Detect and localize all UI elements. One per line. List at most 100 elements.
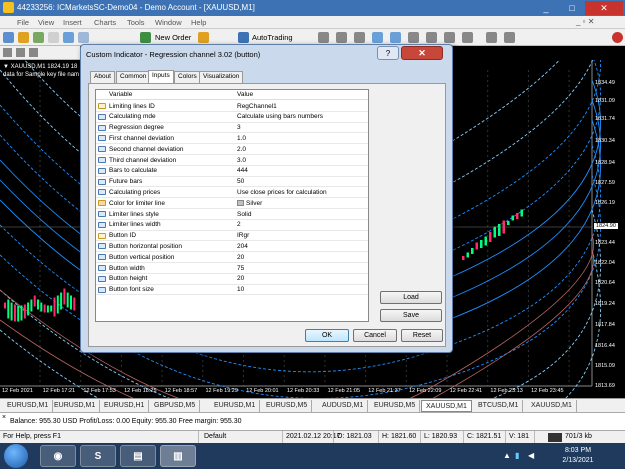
input-value[interactable]: Calculate using bars numbers xyxy=(237,113,323,120)
input-row[interactable]: Button width 75 xyxy=(96,263,368,274)
chrome-icon[interactable]: ◉ xyxy=(40,445,76,467)
input-value[interactable]: 444 xyxy=(237,167,248,174)
input-value[interactable]: 10 xyxy=(237,286,244,293)
input-row[interactable]: Button ID IRgr xyxy=(96,231,368,242)
clock[interactable]: 8:03 PM 2/13/2021 xyxy=(548,446,608,466)
dialog-help-button[interactable]: ? xyxy=(377,46,399,60)
tester-icon[interactable] xyxy=(78,32,89,43)
reset-button[interactable]: Reset xyxy=(401,329,443,342)
load-button[interactable]: Load xyxy=(380,291,442,304)
cancel-button[interactable]: Cancel xyxy=(353,329,397,342)
chart-tab[interactable]: AUDUSD,M1 xyxy=(318,400,369,412)
input-value[interactable]: 20 xyxy=(237,254,244,261)
zoom-in-icon[interactable] xyxy=(372,32,383,43)
bar-chart-icon[interactable] xyxy=(318,32,329,43)
vertical-line-icon[interactable] xyxy=(29,48,38,57)
new-order-icon[interactable] xyxy=(140,32,151,43)
start-button[interactable] xyxy=(4,444,28,468)
chart-tab[interactable]: GBPUSD,M5 xyxy=(150,400,201,412)
input-row[interactable]: Button vertical position 20 xyxy=(96,252,368,263)
tab-about[interactable]: About xyxy=(90,71,115,83)
templates-icon[interactable] xyxy=(504,32,515,43)
chart-tab[interactable]: EURUSD,M1 xyxy=(50,400,101,412)
autotrading-button[interactable]: AutoTrading xyxy=(252,31,293,44)
dialog-close-button[interactable]: ✕ xyxy=(401,46,443,60)
input-value[interactable]: 75 xyxy=(237,265,244,272)
ok-button[interactable]: OK xyxy=(305,329,349,342)
chart-tab[interactable]: EURUSD,M5 xyxy=(262,400,313,412)
menu-insert[interactable]: Insert xyxy=(63,18,82,27)
minimize-button[interactable]: _ xyxy=(533,1,559,15)
zoom-out-icon[interactable] xyxy=(390,32,401,43)
input-value[interactable]: Use close prices for calculation xyxy=(237,189,327,196)
autotrading-icon[interactable] xyxy=(238,32,249,43)
chart-shift-icon[interactable] xyxy=(426,32,437,43)
navigator-icon[interactable] xyxy=(48,32,59,43)
input-row[interactable]: Bars to calculate 444 xyxy=(96,166,368,177)
menu-view[interactable]: View xyxy=(38,18,54,27)
input-row[interactable]: Color for limiter line Silver xyxy=(96,198,368,209)
input-value[interactable]: Silver xyxy=(237,199,262,207)
input-row[interactable]: Second channel deviation 2.0 xyxy=(96,144,368,155)
line-chart-icon[interactable] xyxy=(354,32,365,43)
indicators-icon[interactable] xyxy=(462,32,473,43)
input-row[interactable]: Limiter lines width 2 xyxy=(96,220,368,231)
tab-visualization[interactable]: Visualization xyxy=(199,71,244,83)
input-row[interactable]: First channel deviation 1.0 xyxy=(96,133,368,145)
input-value[interactable]: 20 xyxy=(237,275,244,282)
new-order-button[interactable]: New Order xyxy=(155,31,191,44)
input-value[interactable]: 50 xyxy=(237,178,244,185)
input-value[interactable]: 3 xyxy=(237,124,241,131)
explorer-icon[interactable]: ▤ xyxy=(120,445,156,467)
input-row[interactable]: Limiting lines ID RegChannel1 xyxy=(96,101,368,112)
volume-icon[interactable]: ◀ xyxy=(528,451,534,460)
profiles-icon[interactable] xyxy=(18,32,29,43)
input-row[interactable]: Future bars 50 xyxy=(96,177,368,188)
menu-tools[interactable]: Tools xyxy=(127,18,145,27)
input-value[interactable]: RegChannel1 xyxy=(237,103,277,110)
maximize-button[interactable]: □ xyxy=(559,1,585,15)
input-value[interactable]: IRgr xyxy=(237,232,249,239)
input-value[interactable]: 204 xyxy=(237,243,248,250)
chart-tab[interactable]: EURUSD,M5 xyxy=(370,400,421,412)
input-value[interactable]: 3.0 xyxy=(237,157,246,164)
input-row[interactable]: Limiter lines style Solid xyxy=(96,209,368,220)
child-window-controls[interactable]: _ ▫ ✕ xyxy=(576,17,594,26)
chart-tab[interactable]: EURUSD,M1 xyxy=(210,400,261,412)
skype-icon[interactable]: S xyxy=(80,445,116,467)
input-value[interactable]: 2 xyxy=(237,221,241,228)
menu-charts[interactable]: Charts xyxy=(94,18,116,27)
candlestick-icon[interactable] xyxy=(336,32,347,43)
input-row[interactable]: Calculating mde Calculate using bars numb… xyxy=(96,112,368,123)
chart-tab[interactable]: EURUSD,H1 xyxy=(100,400,150,412)
input-row[interactable]: Third channel deviation 3.0 xyxy=(96,155,368,166)
chart-tab[interactable]: BTCUSD,M1 xyxy=(474,400,524,412)
periods-icon[interactable] xyxy=(486,32,497,43)
cursor-icon[interactable] xyxy=(3,48,12,57)
chart-tab[interactable]: XAUUSD,M1 xyxy=(527,400,577,412)
metaeditor-icon[interactable] xyxy=(198,32,209,43)
tab-common[interactable]: Common xyxy=(116,71,151,83)
tile-windows-icon[interactable] xyxy=(408,32,419,43)
input-value[interactable]: 1.0 xyxy=(237,135,246,142)
chart-tab[interactable]: XAUUSD,M1 xyxy=(421,400,472,412)
input-row[interactable]: Button font size 10 xyxy=(96,285,368,296)
input-value[interactable]: Solid xyxy=(237,211,251,218)
input-row[interactable]: Calculating prices Use close prices for c… xyxy=(96,187,368,199)
metatrader-icon[interactable]: ▥ xyxy=(160,445,196,467)
close-button[interactable]: ✕ xyxy=(585,1,623,15)
input-row[interactable]: Button horizontal position 204 xyxy=(96,241,368,253)
input-row[interactable]: Button height 20 xyxy=(96,274,368,285)
autoscroll-icon[interactable] xyxy=(444,32,455,43)
menu-help[interactable]: Help xyxy=(191,18,206,27)
tab-inputs[interactable]: Inputs xyxy=(148,70,174,83)
tray-arrow-icon[interactable]: ▲ xyxy=(503,451,511,460)
network-icon[interactable]: ▮ xyxy=(515,451,519,460)
input-row[interactable]: Regression degree 3 xyxy=(96,123,368,134)
menu-file[interactable]: File xyxy=(17,18,29,27)
terminal-icon[interactable] xyxy=(63,32,74,43)
tab-colors[interactable]: Colors xyxy=(174,71,201,83)
alert-icon[interactable] xyxy=(612,32,623,43)
new-chart-icon[interactable] xyxy=(3,32,14,43)
save-button[interactable]: Save xyxy=(380,309,442,322)
